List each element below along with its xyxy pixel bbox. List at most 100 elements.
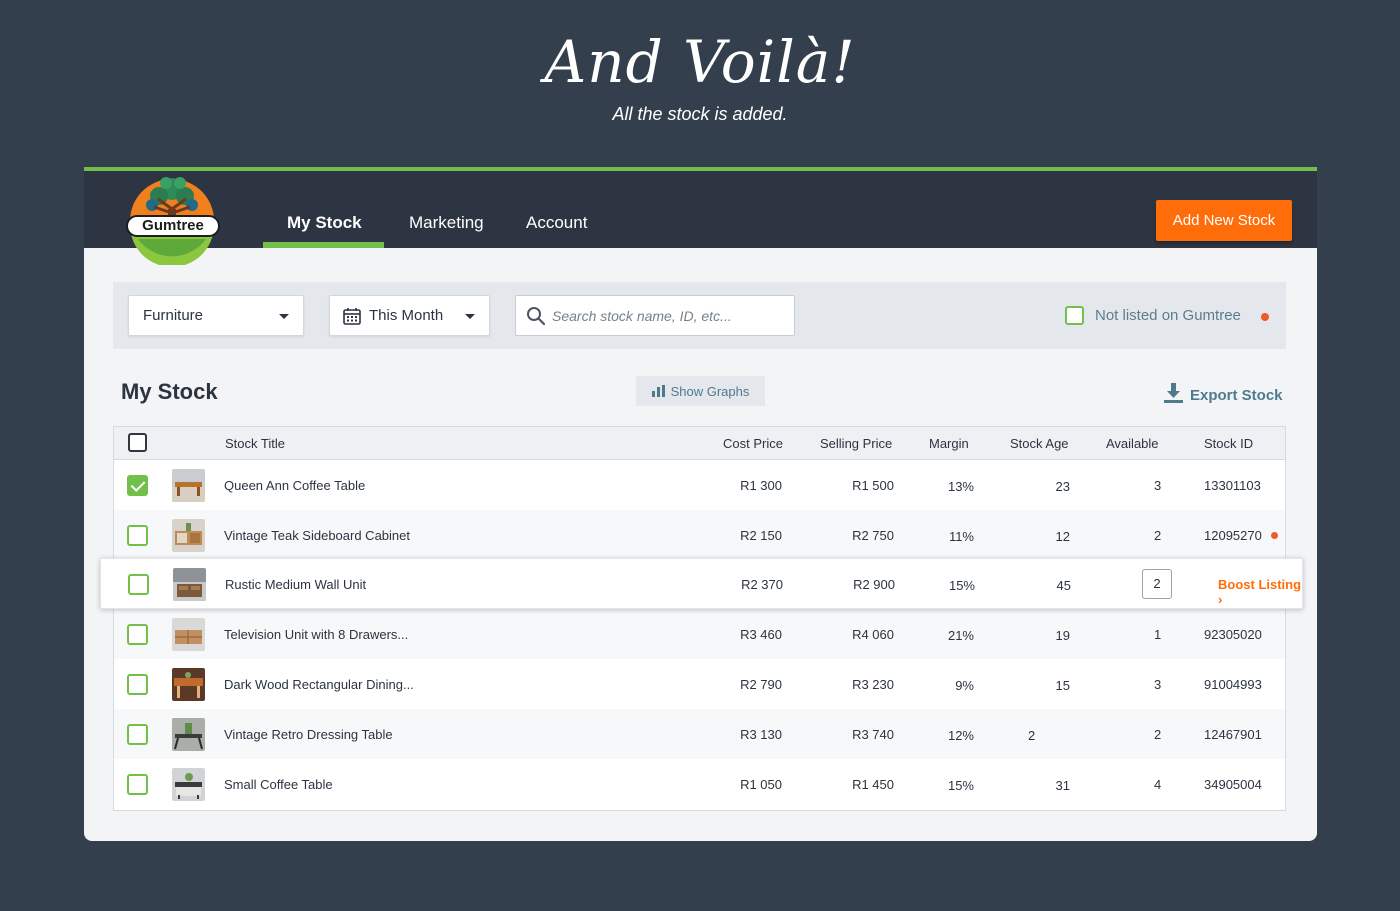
stock-age: 31 xyxy=(1055,778,1070,793)
product-thumbnail xyxy=(172,469,205,502)
not-listed-indicator-dot xyxy=(1271,532,1278,539)
stock-title[interactable]: Vintage Retro Dressing Table xyxy=(224,727,393,742)
column-header-stock-title[interactable]: Stock Title xyxy=(225,436,285,451)
available-count: 2 xyxy=(1154,528,1162,543)
product-thumbnail xyxy=(172,618,205,651)
stock-title[interactable]: Rustic Medium Wall Unit xyxy=(225,577,366,592)
stock-age: 2 xyxy=(1028,728,1036,743)
stock-age: 15 xyxy=(1055,678,1070,693)
stock-title[interactable]: Vintage Teak Sideboard Cabinet xyxy=(224,528,410,543)
cost-price: R1 300 xyxy=(740,478,782,493)
date-range-select[interactable]: This Month xyxy=(329,295,490,336)
margin: 11% xyxy=(948,529,974,544)
category-select[interactable]: Furniture xyxy=(128,295,304,336)
search-field[interactable] xyxy=(515,295,795,336)
table-row[interactable]: Dark Wood Rectangular Dining... R2 790 R… xyxy=(114,659,1285,709)
export-stock-label: Export Stock xyxy=(1190,387,1283,404)
cost-price: R2 790 xyxy=(740,677,782,692)
filter-bar: Furniture This Month Not listed on Gumt xyxy=(113,282,1286,349)
margin: 15% xyxy=(948,578,975,593)
product-thumbnail xyxy=(172,519,205,552)
chevron-right-icon: › xyxy=(1218,592,1223,607)
selling-price: R3 740 xyxy=(852,727,894,742)
available-quantity-input[interactable]: 2 xyxy=(1142,569,1172,599)
stock-id: 91004993 xyxy=(1204,677,1262,692)
margin: 21% xyxy=(947,628,974,643)
calendar-icon xyxy=(343,308,361,325)
boost-listing-link[interactable]: Boost Listing › xyxy=(1218,577,1302,607)
stock-title[interactable]: Dark Wood Rectangular Dining... xyxy=(224,677,414,692)
stock-title[interactable]: Small Coffee Table xyxy=(224,777,333,792)
product-thumbnail xyxy=(172,718,205,751)
show-graphs-button[interactable]: Show Graphs xyxy=(636,376,765,406)
category-select-value: Furniture xyxy=(143,307,204,324)
column-header-cost-price[interactable]: Cost Price xyxy=(723,436,783,451)
search-icon xyxy=(527,307,546,326)
gumtree-logo-text: Gumtree xyxy=(126,215,220,237)
stock-age: 12 xyxy=(1055,529,1070,544)
hero-title: And Voilà! xyxy=(544,28,856,96)
download-icon xyxy=(1164,383,1183,403)
stock-title[interactable]: Queen Ann Coffee Table xyxy=(224,478,365,493)
chevron-down-icon xyxy=(279,314,289,319)
stock-table: Stock Title Cost Price Selling Price Mar… xyxy=(100,426,1303,811)
available-count: 1 xyxy=(1154,627,1162,642)
not-listed-checkbox[interactable] xyxy=(1065,306,1084,325)
table-row[interactable]: Small Coffee Table R1 050 R1 450 15% 31 … xyxy=(114,759,1285,809)
stock-id: 13301103 xyxy=(1204,478,1261,493)
column-header-available[interactable]: Available xyxy=(1106,436,1159,451)
bar-chart-icon xyxy=(651,384,665,397)
column-header-stock-age[interactable]: Stock Age xyxy=(1010,436,1069,451)
selling-price: R1 500 xyxy=(852,478,894,493)
add-new-stock-button[interactable]: Add New Stock xyxy=(1156,200,1292,241)
chevron-down-icon xyxy=(465,314,475,319)
cost-price: R1 050 xyxy=(740,777,782,792)
nav-marketing[interactable]: Marketing xyxy=(409,213,484,251)
search-input[interactable] xyxy=(552,304,782,328)
margin: 9% xyxy=(955,678,974,693)
product-thumbnail xyxy=(173,568,206,601)
table-row-hovered[interactable]: Rustic Medium Wall Unit R2 370 R2 900 15… xyxy=(100,558,1303,609)
table-row[interactable]: Vintage Teak Sideboard Cabinet R2 150 R2… xyxy=(114,510,1285,560)
stock-id: 92305020 xyxy=(1204,627,1262,642)
margin: 13% xyxy=(947,479,974,494)
nav-account[interactable]: Account xyxy=(526,213,587,251)
page-title: My Stock xyxy=(121,379,218,404)
app-window: My Stock Marketing Account Add New Stock… xyxy=(84,167,1317,841)
stock-title[interactable]: Television Unit with 8 Drawers... xyxy=(224,627,408,642)
active-tab-indicator xyxy=(263,242,384,248)
column-header-stock-id[interactable]: Stock ID xyxy=(1204,436,1253,451)
stock-age: 45 xyxy=(1056,578,1071,593)
row-checkbox[interactable] xyxy=(127,774,148,795)
table-row[interactable]: Vintage Retro Dressing Table R3 130 R3 7… xyxy=(114,709,1285,759)
row-checkbox[interactable] xyxy=(127,475,148,496)
table-row[interactable]: Television Unit with 8 Drawers... R3 460… xyxy=(114,609,1285,659)
available-count: 3 xyxy=(1154,478,1162,493)
margin: 12% xyxy=(947,728,974,743)
available-count: 3 xyxy=(1154,677,1162,692)
selling-price: R1 450 xyxy=(852,777,894,792)
row-checkbox[interactable] xyxy=(127,624,148,645)
row-checkbox[interactable] xyxy=(127,674,148,695)
margin: 15% xyxy=(947,778,974,793)
row-checkbox[interactable] xyxy=(128,574,149,595)
row-checkbox[interactable] xyxy=(127,724,148,745)
column-header-selling-price[interactable]: Selling Price xyxy=(820,436,892,451)
cost-price: R3 460 xyxy=(740,627,782,642)
selling-price: R2 900 xyxy=(853,577,895,592)
select-all-checkbox[interactable] xyxy=(128,433,147,452)
stock-id: 12467901 xyxy=(1204,727,1262,742)
available-count: 2 xyxy=(1154,727,1162,742)
cost-price: R2 150 xyxy=(740,528,782,543)
show-graphs-label: Show Graphs xyxy=(670,383,750,399)
export-stock-link[interactable]: Export Stock xyxy=(1164,383,1283,404)
column-header-margin[interactable]: Margin xyxy=(929,436,969,451)
row-checkbox[interactable] xyxy=(127,525,148,546)
stock-age: 19 xyxy=(1055,628,1070,643)
product-thumbnail xyxy=(172,768,205,801)
table-row[interactable]: Queen Ann Coffee Table R1 300 R1 500 13%… xyxy=(114,460,1285,510)
stock-id: 34905004 xyxy=(1204,777,1262,792)
stock-id: 12095270 xyxy=(1204,528,1262,543)
not-listed-label[interactable]: Not listed on Gumtree xyxy=(1095,307,1241,324)
top-navigation-bar: My Stock Marketing Account Add New Stock xyxy=(84,167,1317,248)
